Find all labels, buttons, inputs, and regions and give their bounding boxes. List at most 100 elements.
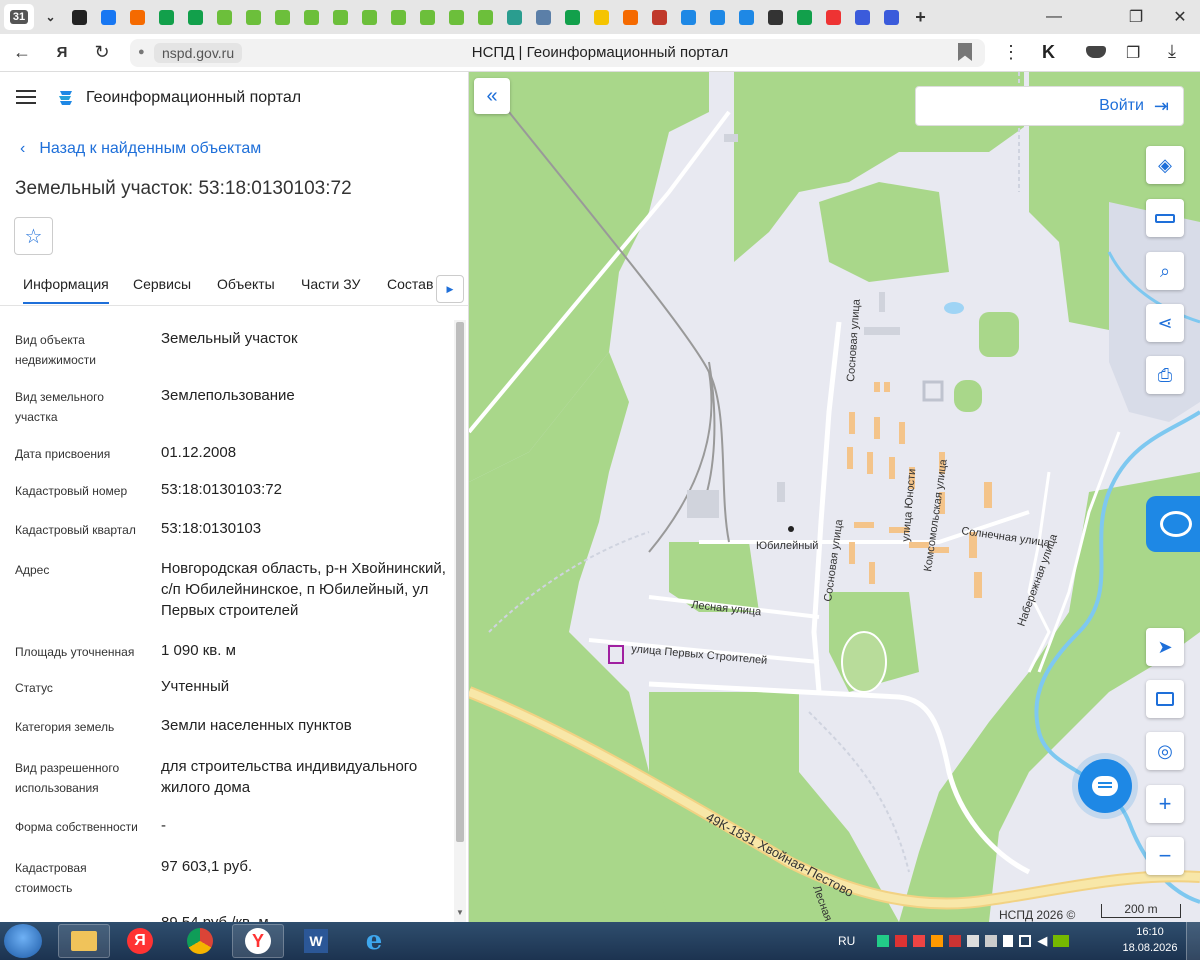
back-to-results-link[interactable]: ‹ Назад к найденным объектам <box>20 140 261 158</box>
back-arrow-icon[interactable]: ← <box>8 39 36 67</box>
browser-tab[interactable] <box>96 4 121 30</box>
tabs-dropdown-button[interactable]: ⌄ <box>38 4 63 30</box>
taskbar-explorer[interactable] <box>58 924 110 958</box>
browser-tab[interactable] <box>502 4 527 30</box>
browser-tab[interactable] <box>125 4 150 30</box>
taskbar-yandex[interactable]: Я <box>114 924 166 958</box>
settlement-point <box>788 526 794 532</box>
browser-tab[interactable] <box>705 4 730 30</box>
geolocation-button[interactable]: ➤ <box>1146 628 1184 666</box>
feedback-side-tab[interactable] <box>1146 496 1200 552</box>
zoom-out-button[interactable]: − <box>1146 837 1184 875</box>
browser-tab[interactable] <box>299 4 324 30</box>
browser-tab[interactable] <box>67 4 92 30</box>
flag-icon[interactable] <box>1003 935 1014 947</box>
tab-favicon-icon <box>188 9 203 25</box>
browser-tab[interactable] <box>734 4 759 30</box>
tab-information[interactable]: Информация <box>23 276 109 304</box>
my-location-button[interactable]: ◎ <box>1146 732 1184 770</box>
language-indicator[interactable]: RU <box>838 934 855 948</box>
layers-button[interactable]: ◈ <box>1146 146 1184 184</box>
more-menu-icon[interactable]: ⋮ <box>1002 42 1020 63</box>
browser-tab[interactable] <box>531 4 556 30</box>
print-button[interactable]: ⎙ <box>1146 356 1184 394</box>
minimap-button[interactable] <box>1146 680 1184 718</box>
browser-tab[interactable] <box>386 4 411 30</box>
volume-icon[interactable]: ◀ <box>1037 933 1047 949</box>
tab-services[interactable]: Сервисы <box>133 276 191 292</box>
browser-tab[interactable] <box>850 4 875 30</box>
start-button[interactable] <box>4 924 42 958</box>
login-button[interactable]: Войти ⇥ <box>915 86 1184 126</box>
browser-tab[interactable] <box>357 4 382 30</box>
tab-parts[interactable]: Части ЗУ <box>301 276 360 292</box>
taskbar-yandex-browser[interactable]: Y <box>232 924 284 958</box>
tray-app-icon[interactable] <box>877 935 890 947</box>
browser-tab[interactable] <box>763 4 788 30</box>
favorite-star-button[interactable]: ☆ <box>14 217 53 255</box>
url-field[interactable]: ● nspd.gov.ru <box>130 39 985 67</box>
browser-tab[interactable] <box>212 4 237 30</box>
browser-tab[interactable] <box>676 4 701 30</box>
browser-tab[interactable] <box>560 4 585 30</box>
extension-icon[interactable]: K <box>1042 42 1055 63</box>
taskbar-word[interactable]: W <box>290 924 342 958</box>
map-view[interactable]: Сосновая улица Сосновая улица Юбилейный … <box>469 72 1200 922</box>
yandex-browser-icon: Y <box>245 928 271 954</box>
chat-button[interactable] <box>1078 759 1132 813</box>
yandex-home-icon[interactable]: Я <box>48 39 76 67</box>
new-tab-button[interactable]: + <box>908 4 933 30</box>
browser-tab[interactable] <box>183 4 208 30</box>
panel-scrollbar-thumb[interactable] <box>456 322 464 842</box>
taskbar-chrome[interactable] <box>174 924 226 958</box>
property-label: Адрес <box>15 563 50 577</box>
menu-icon[interactable] <box>16 90 36 104</box>
browser-tab-counter[interactable]: 31 <box>4 4 34 30</box>
tray-app-icon[interactable] <box>967 935 980 947</box>
scroll-down-arrow-icon[interactable]: ▼ <box>456 908 464 917</box>
tray-app-icon[interactable] <box>949 935 962 947</box>
tab-composition[interactable]: Состав <box>387 276 433 292</box>
minimize-button[interactable]: — <box>1034 0 1074 34</box>
browser-tab[interactable] <box>792 4 817 30</box>
tab-objects[interactable]: Объекты <box>217 276 275 292</box>
browser-tab[interactable] <box>444 4 469 30</box>
restore-button[interactable]: ❐ <box>1116 0 1156 34</box>
tabs-scroll-right-button[interactable]: ▶ <box>436 275 464 303</box>
browser-tab[interactable] <box>473 4 498 30</box>
download-icon[interactable]: ⤓ <box>1168 41 1176 62</box>
taskbar-clock[interactable]: 16:10 18.08.2026 <box>1118 924 1182 956</box>
reload-icon[interactable]: ↻ <box>88 39 116 67</box>
property-value: 01.12.2008 <box>161 444 237 461</box>
browser-tab[interactable] <box>328 4 353 30</box>
collections-icon[interactable]: ❐ <box>1126 43 1140 63</box>
browser-tab[interactable] <box>821 4 846 30</box>
url-domain[interactable]: nspd.gov.ru <box>154 43 243 63</box>
browser-tab[interactable] <box>589 4 614 30</box>
share-button[interactable]: ⋖ <box>1146 304 1184 342</box>
taskbar-ie[interactable]: e <box>348 924 400 958</box>
tab-favicon-icon <box>449 9 464 25</box>
browser-tab[interactable] <box>879 4 904 30</box>
tray-app-icon[interactable] <box>931 935 944 947</box>
browser-tab[interactable] <box>241 4 266 30</box>
protect-icon[interactable] <box>1086 46 1106 58</box>
tray-app-icon[interactable] <box>985 935 998 947</box>
browser-tab[interactable] <box>154 4 179 30</box>
nvidia-icon[interactable] <box>1053 935 1070 947</box>
object-title: Земельный участок: 53:18:0130103:72 <box>15 178 352 199</box>
browser-tab[interactable] <box>270 4 295 30</box>
browser-tab[interactable] <box>415 4 440 30</box>
zoom-in-button[interactable]: + <box>1146 785 1184 823</box>
area-search-button[interactable]: ⌕ <box>1146 252 1184 290</box>
browser-tab[interactable] <box>618 4 643 30</box>
ruler-button[interactable] <box>1146 199 1184 237</box>
show-desktop-button[interactable] <box>1186 922 1200 960</box>
tray-app-icon[interactable] <box>895 935 908 947</box>
place-label: Юбилейный <box>756 540 818 552</box>
network-icon[interactable] <box>1019 935 1032 947</box>
collapse-panel-button[interactable]: « <box>474 78 510 114</box>
close-window-button[interactable]: ✕ <box>1160 0 1200 34</box>
browser-tab[interactable] <box>647 4 672 30</box>
tray-app-icon[interactable] <box>913 935 926 947</box>
